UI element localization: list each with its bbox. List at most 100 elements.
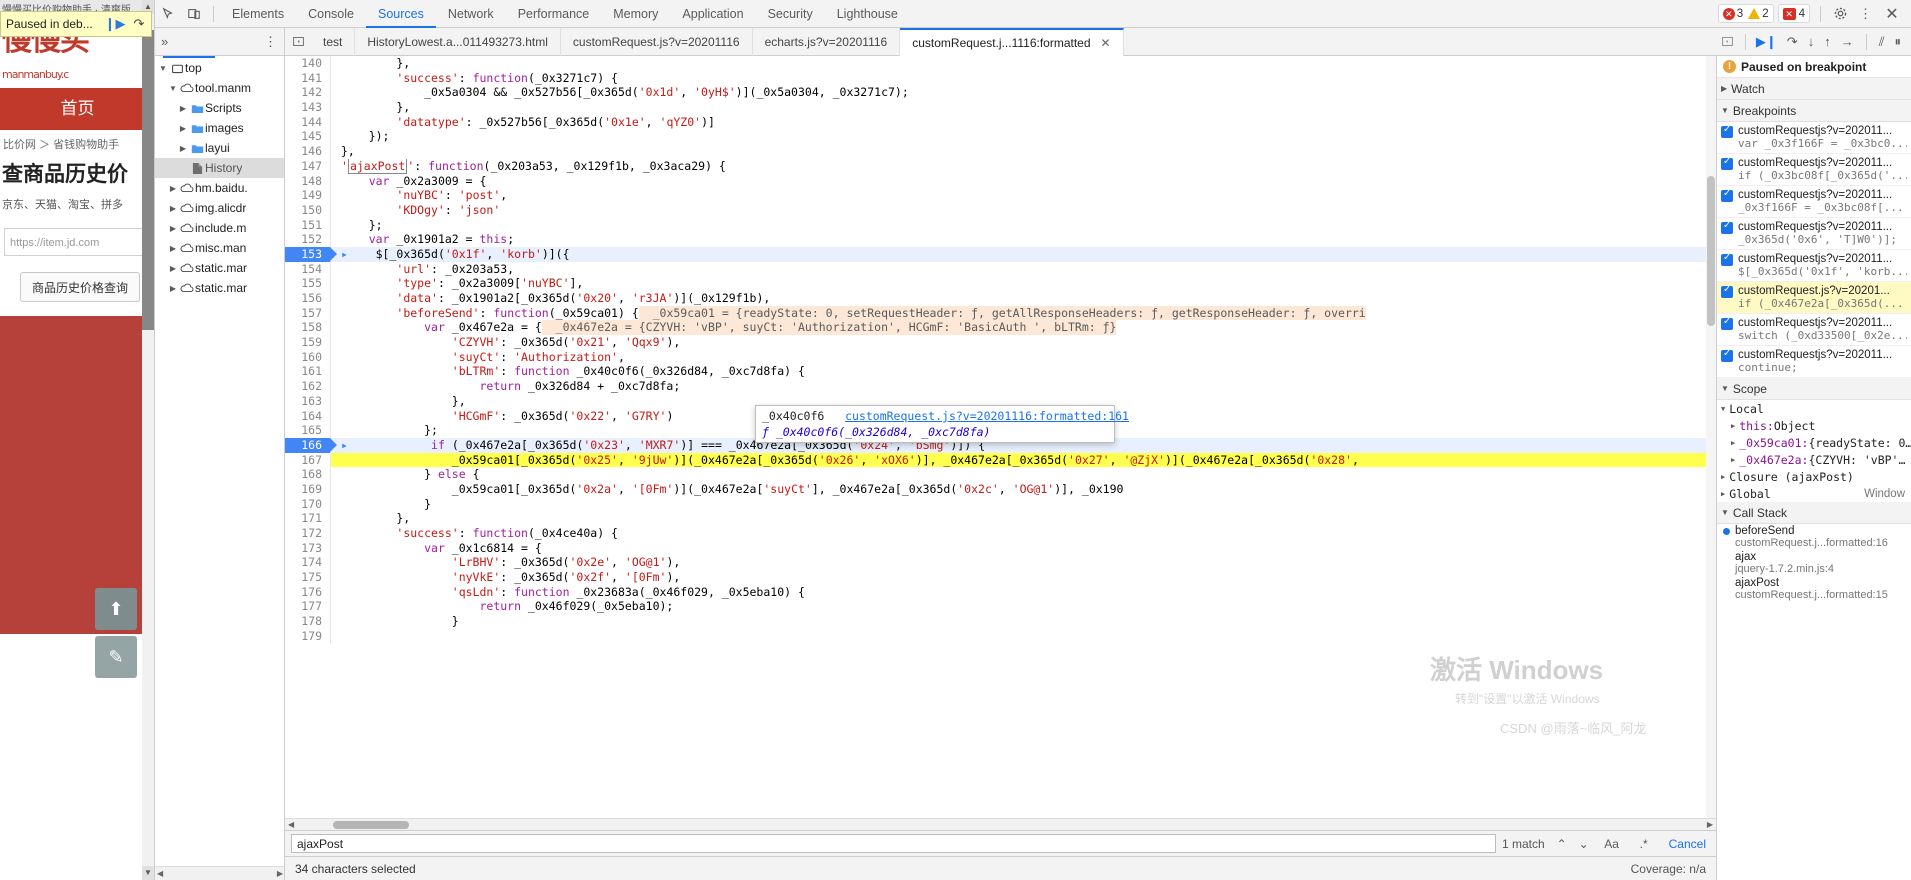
line-number-173[interactable]: 173 (285, 541, 331, 556)
scope-row[interactable]: ▶Closure (ajaxPost) (1717, 468, 1911, 485)
code-line-158[interactable]: 158 var _0x467e2a = { _0x467e2a = {CZYVH… (285, 320, 1716, 335)
code-line-144[interactable]: 144 'datatype': _0x527b56[_0x365d('0x1e'… (285, 115, 1716, 130)
resume-script-execution-button[interactable]: ▶❙ (1756, 34, 1777, 50)
editor-vscroll-thumb[interactable] (1707, 176, 1715, 326)
call-stack-frame[interactable]: beforeSendcustomRequest.j...formatted:16 (1717, 524, 1911, 550)
line-number-168[interactable]: 168 (285, 467, 331, 482)
tab-memory[interactable]: Memory (601, 0, 670, 28)
hscroll-right-arrow-icon[interactable]: ▶ (277, 869, 283, 878)
chevron-double-right-icon[interactable]: » (161, 34, 168, 49)
tree-item-layui[interactable]: ▶layui (155, 138, 284, 158)
twisty-collapsed-icon[interactable]: ▶ (167, 284, 179, 293)
twisty-collapsed-icon[interactable]: ▶ (167, 184, 179, 193)
section-watch[interactable]: ▶ Watch (1717, 78, 1911, 100)
code-line-147[interactable]: 147'ajaxPost': function(_0x203a53, _0x12… (285, 159, 1716, 174)
section-call-stack[interactable]: ▼ Call Stack (1717, 502, 1911, 524)
scrollbar-thumb[interactable] (142, 30, 154, 330)
twisty-collapsed-icon[interactable]: ▶ (177, 124, 189, 133)
breakpoint-item[interactable]: customRequestjs?v=202011...$[_0x365d('0x… (1717, 250, 1911, 282)
line-number-150[interactable]: 150 (285, 203, 331, 218)
code-line-167[interactable]: 167 _0x59ca01[_0x365d('0x25', '9jUw')](_… (285, 453, 1716, 468)
issues-counter[interactable]: ✕ 4 (1778, 4, 1810, 23)
twisty-expanded-icon[interactable]: ▼ (167, 84, 179, 93)
file-tab-echarts[interactable]: echarts.js?v=20201116 (753, 28, 901, 56)
breakpoint-item[interactable]: customRequestjs?v=202011...var _0x3f166F… (1717, 122, 1911, 154)
line-number-140[interactable]: 140 (285, 56, 331, 71)
site-nav-home[interactable]: 首页 (0, 88, 155, 130)
code-line-156[interactable]: 156 'data': _0x1901a2[_0x365d('0x20', 'r… (285, 291, 1716, 306)
breakpoint-item[interactable]: customRequestjs?v=202011...continue; (1717, 346, 1911, 378)
breakpoint-item[interactable]: customRequestjs?v=202011...if (_0x3bc08f… (1717, 154, 1911, 186)
line-number-148[interactable]: 148 (285, 174, 331, 189)
page-scrollbar[interactable]: ▲ ▼ (142, 0, 154, 880)
line-number-158[interactable]: 158 (285, 320, 331, 335)
breakpoint-checkbox[interactable] (1721, 222, 1733, 234)
file-tab-historylowest[interactable]: HistoryLowest.a...011493273.html (355, 28, 561, 56)
step-button[interactable]: → (1841, 34, 1854, 49)
code-line-146[interactable]: 146}, (285, 144, 1716, 159)
code-line-141[interactable]: 141 'success': function(_0x3271c7) { (285, 71, 1716, 86)
tree-item-hmbaidu[interactable]: ▶hm.baidu. (155, 178, 284, 198)
breakpoint-item[interactable]: customRequestjs?v=202011...switch (_0xd3… (1717, 314, 1911, 346)
tree-item-history[interactable]: History (155, 158, 284, 178)
code-line-176[interactable]: 176 'qsLdn': function _0x23683a(_0x46f02… (285, 585, 1716, 600)
code-line-157[interactable]: 157 'beforeSend': function(_0x59ca01) { … (285, 306, 1716, 321)
twisty-collapsed-icon[interactable]: ▶ (167, 244, 179, 253)
line-number-151[interactable]: 151 (285, 218, 331, 233)
editor-vertical-scrollbar[interactable] (1706, 56, 1716, 818)
line-number-169[interactable]: 169 (285, 482, 331, 497)
tab-application[interactable]: Application (670, 0, 755, 28)
tree-item-includem[interactable]: ▶include.m (155, 218, 284, 238)
line-number-145[interactable]: 145 (285, 129, 331, 144)
code-line-149[interactable]: 149 'nuYBC': 'post', (285, 188, 1716, 203)
hscroll-left-arrow-icon[interactable]: ◀ (157, 869, 163, 878)
navigator-more-icon[interactable]: ⋮ (264, 34, 278, 50)
line-number-162[interactable]: 162 (285, 379, 331, 394)
twisty-collapsed-icon[interactable]: ▶ (177, 144, 189, 153)
editor-hscroll-thumb[interactable] (333, 821, 409, 829)
line-number-170[interactable]: 170 (285, 497, 331, 512)
code-line-175[interactable]: 175 'nyVkE': _0x365d('0x2f', '[0Fm'), (285, 570, 1716, 585)
scope-row[interactable]: ▼Local (1717, 400, 1911, 417)
tree-item-scripts[interactable]: ▶Scripts (155, 98, 284, 118)
line-number-177[interactable]: 177 (285, 599, 331, 614)
tree-item-images[interactable]: ▶images (155, 118, 284, 138)
line-number-141[interactable]: 141 (285, 71, 331, 86)
search-input[interactable] (291, 834, 1496, 853)
line-number-152[interactable]: 152 (285, 232, 331, 247)
line-number-146[interactable]: 146 (285, 144, 331, 159)
twisty-expanded-icon[interactable]: ▼ (157, 64, 169, 73)
code-line-160[interactable]: 160 'suyCt': 'Authorization', (285, 350, 1716, 365)
code-line-150[interactable]: 150 'KDOgy': 'json' (285, 203, 1716, 218)
twisty-collapsed-icon[interactable]: ▶ (167, 224, 179, 233)
scope-row[interactable]: ▶GlobalWindow (1717, 485, 1911, 502)
twisty-collapsed-icon[interactable]: ▶ (1731, 422, 1735, 430)
scope-row[interactable]: ▶this: Object (1717, 417, 1911, 434)
editor-horizontal-scrollbar[interactable]: ◀ ▶ (285, 818, 1716, 830)
file-tab-test[interactable]: test (311, 28, 355, 56)
twisty-collapsed-icon[interactable]: ▶ (177, 104, 189, 113)
line-number-174[interactable]: 174 (285, 555, 331, 570)
breakpoint-checkbox[interactable] (1721, 350, 1733, 362)
twisty-collapsed-icon[interactable]: ▶ (1731, 439, 1735, 447)
line-number-160[interactable]: 160 (285, 350, 331, 365)
code-line-174[interactable]: 174 'LrBHV': _0x365d('0x2e', 'OG@1'), (285, 555, 1716, 570)
device-toolbar-icon[interactable] (181, 1, 207, 27)
line-number-163[interactable]: 163 (285, 394, 331, 409)
file-tab-customrequest-formatted[interactable]: customRequest.j...1116:formatted ✕ (900, 28, 1123, 56)
tree-item-miscman[interactable]: ▶misc.man (155, 238, 284, 258)
code-line-153[interactable]: 153▸ $[_0x365d('0x1f', 'korb')]({ (285, 247, 1716, 262)
pause-on-exceptions-button[interactable]: ⏸ (1895, 34, 1902, 50)
code-line-168[interactable]: 168 } else { (285, 467, 1716, 482)
line-number-159[interactable]: 159 (285, 335, 331, 350)
line-number-155[interactable]: 155 (285, 276, 331, 291)
tab-network[interactable]: Network (436, 0, 506, 28)
collapse-sidebar-icon[interactable] (285, 35, 311, 48)
line-number-153[interactable]: 153 (285, 247, 331, 262)
line-number-178[interactable]: 178 (285, 614, 331, 629)
breakpoint-checkbox[interactable] (1721, 126, 1733, 138)
code-line-155[interactable]: 155 'type': _0x2a3009['nuYBC'], (285, 276, 1716, 291)
breakpoint-checkbox[interactable] (1721, 190, 1733, 202)
gear-icon[interactable] (1827, 1, 1853, 27)
line-number-165[interactable]: 165 (285, 423, 331, 438)
